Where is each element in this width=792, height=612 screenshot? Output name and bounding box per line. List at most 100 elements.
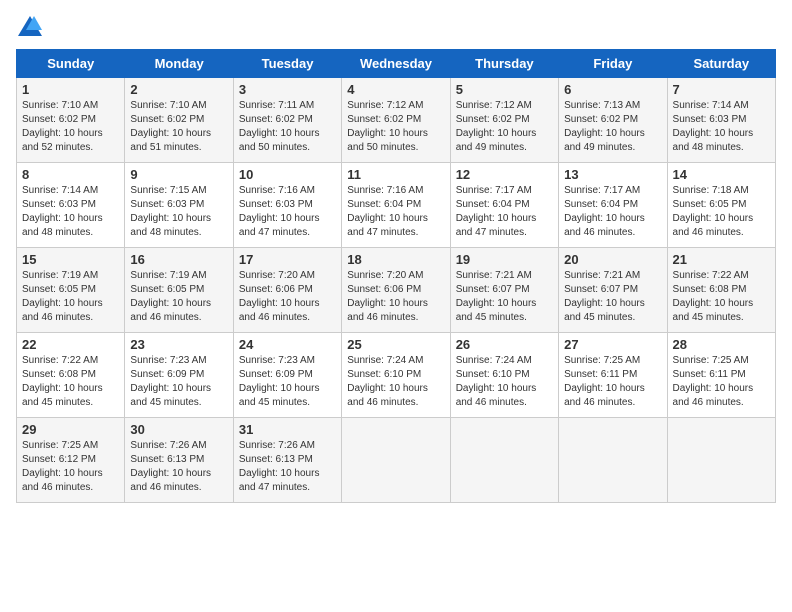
calendar-cell: 3 Sunrise: 7:11 AM Sunset: 6:02 PM Daylig…: [233, 78, 341, 163]
day-number: 28: [673, 337, 770, 352]
calendar-week-row: 1 Sunrise: 7:10 AM Sunset: 6:02 PM Daylig…: [17, 78, 776, 163]
day-number: 12: [456, 167, 553, 182]
calendar-cell: [342, 418, 450, 503]
weekday-header: Monday: [125, 50, 233, 78]
calendar-cell: 1 Sunrise: 7:10 AM Sunset: 6:02 PM Daylig…: [17, 78, 125, 163]
calendar-cell: 10 Sunrise: 7:16 AM Sunset: 6:03 PM Dayli…: [233, 163, 341, 248]
calendar-cell: 21 Sunrise: 7:22 AM Sunset: 6:08 PM Dayli…: [667, 248, 775, 333]
day-number: 21: [673, 252, 770, 267]
day-number: 16: [130, 252, 227, 267]
day-number: 20: [564, 252, 661, 267]
calendar-cell: 13 Sunrise: 7:17 AM Sunset: 6:04 PM Dayli…: [559, 163, 667, 248]
calendar-cell: 8 Sunrise: 7:14 AM Sunset: 6:03 PM Daylig…: [17, 163, 125, 248]
day-number: 1: [22, 82, 119, 97]
day-info: Sunrise: 7:11 AM Sunset: 6:02 PM Dayligh…: [239, 99, 336, 155]
weekday-header-row: SundayMondayTuesdayWednesdayThursdayFrid…: [17, 50, 776, 78]
day-number: 13: [564, 167, 661, 182]
day-info: Sunrise: 7:21 AM Sunset: 6:07 PM Dayligh…: [456, 269, 553, 325]
day-info: Sunrise: 7:10 AM Sunset: 6:02 PM Dayligh…: [130, 99, 227, 155]
day-number: 31: [239, 422, 336, 437]
day-number: 2: [130, 82, 227, 97]
calendar-cell: 2 Sunrise: 7:10 AM Sunset: 6:02 PM Daylig…: [125, 78, 233, 163]
day-info: Sunrise: 7:17 AM Sunset: 6:04 PM Dayligh…: [456, 184, 553, 240]
day-info: Sunrise: 7:23 AM Sunset: 6:09 PM Dayligh…: [239, 354, 336, 410]
logo: [16, 16, 42, 41]
day-number: 17: [239, 252, 336, 267]
day-number: 22: [22, 337, 119, 352]
calendar-cell: 6Sunrise: 7:13 AM Sunset: 6:02 PM Daylig…: [559, 78, 667, 163]
calendar-cell: 17Sunrise: 7:20 AM Sunset: 6:06 PM Dayli…: [233, 248, 341, 333]
day-info: Sunrise: 7:21 AM Sunset: 6:07 PM Dayligh…: [564, 269, 661, 325]
calendar-cell: 30 Sunrise: 7:26 AM Sunset: 6:13 PM Dayli…: [125, 418, 233, 503]
day-info: Sunrise: 7:13 AM Sunset: 6:02 PM Dayligh…: [564, 99, 661, 155]
calendar-cell: [450, 418, 558, 503]
day-number: 7: [673, 82, 770, 97]
day-info: Sunrise: 7:18 AM Sunset: 6:05 PM Dayligh…: [673, 184, 770, 240]
day-number: 11: [347, 167, 444, 182]
calendar-cell: 18 Sunrise: 7:20 AM Sunset: 6:06 PM Dayli…: [342, 248, 450, 333]
calendar-cell: 29 Sunrise: 7:25 AM Sunset: 6:12 PM Dayli…: [17, 418, 125, 503]
day-info: Sunrise: 7:14 AM Sunset: 6:03 PM Dayligh…: [22, 184, 119, 240]
day-info: Sunrise: 7:20 AM Sunset: 6:06 PM Dayligh…: [347, 269, 444, 325]
calendar-week-row: 8 Sunrise: 7:14 AM Sunset: 6:03 PM Daylig…: [17, 163, 776, 248]
day-info: Sunrise: 7:10 AM Sunset: 6:02 PM Dayligh…: [22, 99, 119, 155]
day-info: Sunrise: 7:19 AM Sunset: 6:05 PM Dayligh…: [22, 269, 119, 325]
calendar-cell: 11Sunrise: 7:16 AM Sunset: 6:04 PM Dayli…: [342, 163, 450, 248]
day-info: Sunrise: 7:25 AM Sunset: 6:11 PM Dayligh…: [673, 354, 770, 410]
calendar-cell: [559, 418, 667, 503]
day-number: 19: [456, 252, 553, 267]
calendar-cell: 26Sunrise: 7:24 AM Sunset: 6:10 PM Dayli…: [450, 333, 558, 418]
day-number: 29: [22, 422, 119, 437]
calendar-cell: 25Sunrise: 7:24 AM Sunset: 6:10 PM Dayli…: [342, 333, 450, 418]
day-info: Sunrise: 7:23 AM Sunset: 6:09 PM Dayligh…: [130, 354, 227, 410]
day-info: Sunrise: 7:25 AM Sunset: 6:12 PM Dayligh…: [22, 439, 119, 495]
day-number: 4: [347, 82, 444, 97]
calendar-cell: 14Sunrise: 7:18 AM Sunset: 6:05 PM Dayli…: [667, 163, 775, 248]
day-number: 27: [564, 337, 661, 352]
day-info: Sunrise: 7:17 AM Sunset: 6:04 PM Dayligh…: [564, 184, 661, 240]
calendar-cell: 12 Sunrise: 7:17 AM Sunset: 6:04 PM Dayli…: [450, 163, 558, 248]
calendar-cell: 27 Sunrise: 7:25 AM Sunset: 6:11 PM Dayli…: [559, 333, 667, 418]
day-info: Sunrise: 7:14 AM Sunset: 6:03 PM Dayligh…: [673, 99, 770, 155]
day-number: 23: [130, 337, 227, 352]
calendar-cell: 7 Sunrise: 7:14 AM Sunset: 6:03 PM Daylig…: [667, 78, 775, 163]
day-number: 18: [347, 252, 444, 267]
day-info: Sunrise: 7:25 AM Sunset: 6:11 PM Dayligh…: [564, 354, 661, 410]
day-number: 3: [239, 82, 336, 97]
calendar-table: SundayMondayTuesdayWednesdayThursdayFrid…: [16, 49, 776, 503]
calendar-cell: 20 Sunrise: 7:21 AM Sunset: 6:07 PM Dayli…: [559, 248, 667, 333]
day-info: Sunrise: 7:24 AM Sunset: 6:10 PM Dayligh…: [347, 354, 444, 410]
weekday-header: Sunday: [17, 50, 125, 78]
day-info: Sunrise: 7:26 AM Sunset: 6:13 PM Dayligh…: [130, 439, 227, 495]
day-info: Sunrise: 7:22 AM Sunset: 6:08 PM Dayligh…: [22, 354, 119, 410]
weekday-header: Wednesday: [342, 50, 450, 78]
weekday-header: Friday: [559, 50, 667, 78]
calendar-cell: 16 Sunrise: 7:19 AM Sunset: 6:05 PM Dayli…: [125, 248, 233, 333]
calendar-cell: 4 Sunrise: 7:12 AM Sunset: 6:02 PM Daylig…: [342, 78, 450, 163]
day-number: 30: [130, 422, 227, 437]
calendar-cell: 22 Sunrise: 7:22 AM Sunset: 6:08 PM Dayli…: [17, 333, 125, 418]
day-number: 24: [239, 337, 336, 352]
calendar-cell: 9 Sunrise: 7:15 AM Sunset: 6:03 PM Daylig…: [125, 163, 233, 248]
page-header: [16, 16, 776, 41]
calendar-cell: 19 Sunrise: 7:21 AM Sunset: 6:07 PM Dayli…: [450, 248, 558, 333]
calendar-week-row: 29 Sunrise: 7:25 AM Sunset: 6:12 PM Dayli…: [17, 418, 776, 503]
day-number: 5: [456, 82, 553, 97]
weekday-header: Saturday: [667, 50, 775, 78]
day-info: Sunrise: 7:16 AM Sunset: 6:03 PM Dayligh…: [239, 184, 336, 240]
calendar-cell: 28 Sunrise: 7:25 AM Sunset: 6:11 PM Dayli…: [667, 333, 775, 418]
weekday-header: Thursday: [450, 50, 558, 78]
day-number: 8: [22, 167, 119, 182]
day-info: Sunrise: 7:12 AM Sunset: 6:02 PM Dayligh…: [347, 99, 444, 155]
day-info: Sunrise: 7:19 AM Sunset: 6:05 PM Dayligh…: [130, 269, 227, 325]
logo-icon: [18, 16, 42, 36]
weekday-header: Tuesday: [233, 50, 341, 78]
calendar-cell: 15Sunrise: 7:19 AM Sunset: 6:05 PM Dayli…: [17, 248, 125, 333]
day-number: 10: [239, 167, 336, 182]
calendar-week-row: 15Sunrise: 7:19 AM Sunset: 6:05 PM Dayli…: [17, 248, 776, 333]
day-info: Sunrise: 7:15 AM Sunset: 6:03 PM Dayligh…: [130, 184, 227, 240]
day-info: Sunrise: 7:12 AM Sunset: 6:02 PM Dayligh…: [456, 99, 553, 155]
calendar-cell: 23 Sunrise: 7:23 AM Sunset: 6:09 PM Dayli…: [125, 333, 233, 418]
day-info: Sunrise: 7:22 AM Sunset: 6:08 PM Dayligh…: [673, 269, 770, 325]
day-number: 9: [130, 167, 227, 182]
